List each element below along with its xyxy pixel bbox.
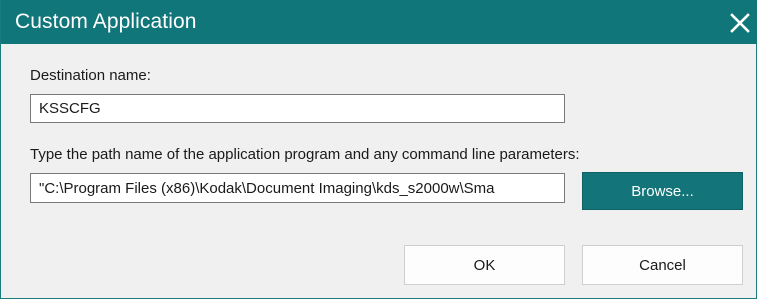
browse-button[interactable]: Browse...	[582, 172, 743, 210]
application-path-label: Type the path name of the application pr…	[30, 146, 580, 163]
custom-application-dialog: Custom Application Destination name: KSS…	[0, 0, 757, 299]
title-bar[interactable]: Custom Application	[1, 0, 757, 44]
cancel-button[interactable]: Cancel	[582, 245, 743, 285]
destination-name-label: Destination name:	[30, 67, 151, 84]
application-path-input[interactable]: "C:\Program Files (x86)\Kodak\Document I…	[30, 173, 565, 203]
dialog-title: Custom Application	[15, 10, 197, 33]
close-button[interactable]	[724, 6, 756, 38]
close-icon	[730, 13, 750, 33]
destination-name-input[interactable]: KSSCFG	[30, 94, 565, 123]
ok-button[interactable]: OK	[404, 245, 565, 285]
